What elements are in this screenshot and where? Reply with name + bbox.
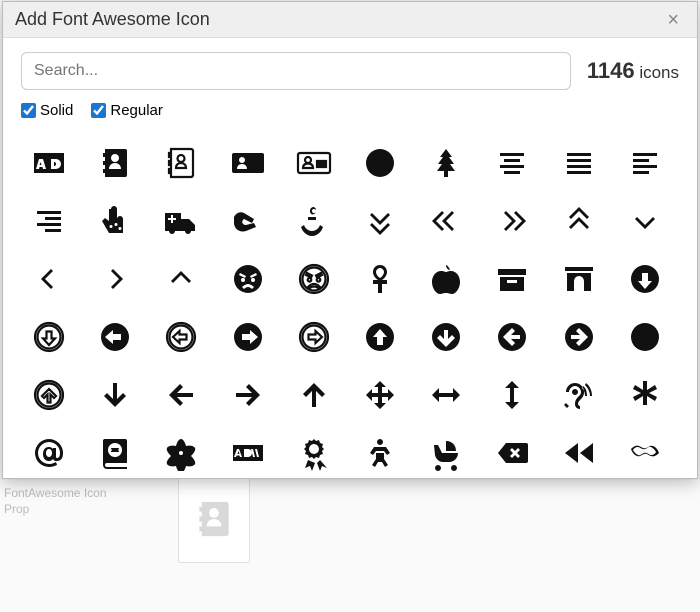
icon-angle-double-left[interactable] (418, 195, 474, 247)
icon-arrow-alt-circle-left-o[interactable] (153, 311, 209, 363)
icon-backward[interactable] (551, 427, 607, 478)
icon-arrow-alt-circle-down-o[interactable] (21, 311, 77, 363)
icon-address-book[interactable] (87, 137, 143, 189)
icon-count: 1146 icons (587, 58, 679, 84)
icon-address-book-o[interactable] (153, 137, 209, 189)
property-label: FontAwesome IconProp (4, 486, 107, 517)
icon-arrow-left[interactable] (153, 369, 209, 421)
icon-angle-left[interactable] (21, 253, 77, 305)
icon-audio-description[interactable] (220, 427, 276, 478)
icon-at[interactable] (21, 427, 77, 478)
icon-asl-interpreting[interactable] (220, 195, 276, 247)
icon-anchor[interactable] (286, 195, 342, 247)
icon-align-right[interactable] (21, 195, 77, 247)
icon-address-card[interactable] (220, 137, 276, 189)
icon-angle-double-up[interactable] (551, 195, 607, 247)
icon-arrows-alt-v[interactable] (484, 369, 540, 421)
icon-ambulance[interactable] (153, 195, 209, 247)
property-icon-preview[interactable] (178, 475, 250, 563)
filter-solid[interactable]: Solid (21, 102, 73, 119)
icon-ad[interactable] (21, 137, 77, 189)
icon-assistive-listening[interactable] (551, 369, 607, 421)
icon-arrow-circle-left[interactable] (484, 311, 540, 363)
icon-align-center[interactable] (484, 137, 540, 189)
icon-arrow-up[interactable] (286, 369, 342, 421)
icon-archway[interactable] (551, 253, 607, 305)
icon-arrow-circle-right[interactable] (551, 311, 607, 363)
icon-baby[interactable] (352, 427, 408, 478)
icon-arrow-alt-circle-left[interactable] (87, 311, 143, 363)
icon-arrow-circle-down[interactable] (418, 311, 474, 363)
icon-angle-double-down[interactable] (352, 195, 408, 247)
icon-adjust[interactable] (352, 137, 408, 189)
icon-grid-scroll[interactable] (21, 133, 679, 478)
icon-apple-alt[interactable] (418, 253, 474, 305)
search-input[interactable] (21, 52, 571, 90)
icon-angle-down[interactable] (617, 195, 673, 247)
icon-arrows-alt-h[interactable] (418, 369, 474, 421)
icon-arrow-alt-circle-down[interactable] (617, 253, 673, 305)
icon-arrow-alt-circle-right[interactable] (220, 311, 276, 363)
icon-tree[interactable] (418, 137, 474, 189)
icon-atom[interactable] (153, 427, 209, 478)
icon-baby-carriage[interactable] (418, 427, 474, 478)
icon-arrow-right[interactable] (220, 369, 276, 421)
icon-bacon[interactable] (617, 427, 673, 478)
icon-atlas[interactable] (87, 427, 143, 478)
icon-arrow-circle-up[interactable] (617, 311, 673, 363)
icon-arrow-circle-up-o[interactable] (21, 369, 77, 421)
modal-title: Add Font Awesome Icon (15, 9, 210, 30)
icon-align-justify[interactable] (551, 137, 607, 189)
icon-archive[interactable] (484, 253, 540, 305)
icon-arrow-alt-circle-right-o[interactable] (286, 311, 342, 363)
icon-angry[interactable] (220, 253, 276, 305)
icon-align-left[interactable] (617, 137, 673, 189)
icon-address-card-o[interactable] (286, 137, 342, 189)
icon-backspace[interactable] (484, 427, 540, 478)
icon-picker-modal: Add Font Awesome Icon × 1146 icons Solid… (2, 1, 698, 479)
icon-angry-o[interactable] (286, 253, 342, 305)
close-icon[interactable]: × (661, 8, 685, 32)
icon-arrows-alt[interactable] (352, 369, 408, 421)
solid-checkbox[interactable] (21, 103, 36, 118)
icon-arrow-alt-circle-up[interactable] (352, 311, 408, 363)
icon-angle-double-right[interactable] (484, 195, 540, 247)
icon-grid (21, 133, 679, 478)
icon-ankh[interactable] (352, 253, 408, 305)
icon-allergies[interactable] (87, 195, 143, 247)
icon-award[interactable] (286, 427, 342, 478)
icon-angle-right[interactable] (87, 253, 143, 305)
icon-asterisk[interactable] (617, 369, 673, 421)
icon-angle-up[interactable] (153, 253, 209, 305)
titlebar: Add Font Awesome Icon × (3, 2, 697, 38)
filter-regular[interactable]: Regular (91, 102, 163, 119)
icon-arrow-down[interactable] (87, 369, 143, 421)
regular-checkbox[interactable] (91, 103, 106, 118)
